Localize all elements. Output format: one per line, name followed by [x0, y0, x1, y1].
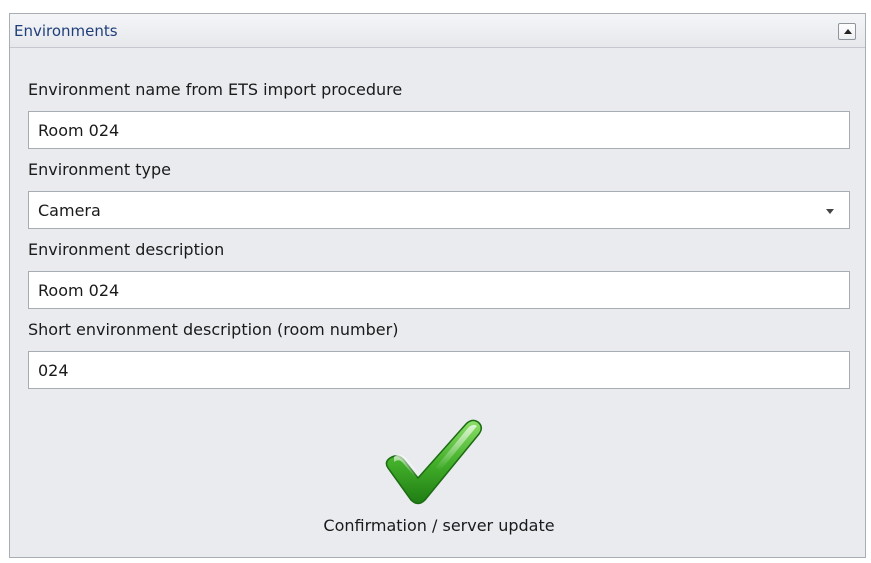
- short-description-label: Short environment description (room numb…: [28, 320, 399, 339]
- confirm-label: Confirmation / server update: [323, 516, 555, 535]
- env-description-value: Room 024: [38, 281, 120, 300]
- collapse-up-icon: [844, 29, 852, 34]
- panel-header: Environments: [10, 14, 865, 48]
- environments-panel: Environments Environment name from ETS i…: [9, 13, 866, 558]
- confirm-update-button[interactable]: Confirmation / server update: [294, 410, 584, 550]
- chevron-down-icon[interactable]: [826, 209, 834, 214]
- short-description-input[interactable]: 024: [28, 351, 850, 389]
- collapse-button[interactable]: [838, 23, 856, 40]
- env-type-dropdown[interactable]: Camera: [28, 191, 850, 229]
- env-name-value: Room 024: [38, 121, 120, 140]
- env-name-input[interactable]: Room 024: [28, 111, 850, 149]
- env-type-label: Environment type: [28, 160, 171, 179]
- env-description-input[interactable]: Room 024: [28, 271, 850, 309]
- env-name-label: Environment name from ETS import procedu…: [28, 80, 403, 99]
- short-description-value: 024: [38, 361, 69, 380]
- env-description-label: Environment description: [28, 240, 225, 259]
- env-type-value: Camera: [38, 201, 101, 220]
- checkmark-icon: [385, 419, 482, 505]
- panel-title: Environments: [14, 22, 118, 40]
